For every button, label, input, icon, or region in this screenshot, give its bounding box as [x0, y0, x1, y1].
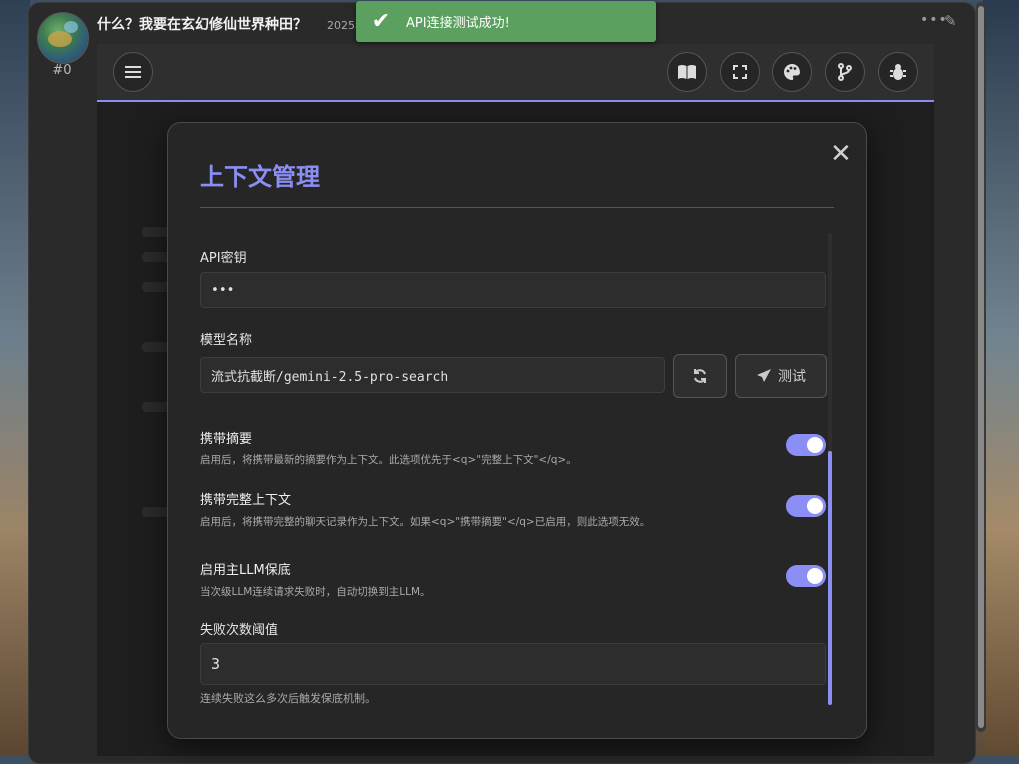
divider [200, 207, 834, 208]
bug-icon [890, 64, 906, 80]
book-button[interactable] [667, 52, 707, 92]
toggle-description: 当次级LLM连续请求失败时，自动切换到主LLM。 [200, 586, 431, 598]
toggle-description: 启用后，将携带完整的聊天记录作为上下文。如果<q>"携带摘要"</q>已启用，则… [200, 516, 651, 528]
refresh-icon [694, 369, 706, 383]
menu-icon [125, 66, 141, 78]
toast-message: API连接测试成功! [406, 16, 510, 31]
toggle-knob [807, 498, 823, 514]
refresh-models-button[interactable] [673, 354, 727, 398]
page-scrollbar-thumb[interactable] [978, 6, 984, 728]
book-icon [678, 65, 696, 79]
context-management-modal: 上下文管理 ✕ API密钥 模型名称 测试 携带摘要 启用后，将携带最新的摘要作… [167, 122, 867, 739]
menu-button[interactable] [113, 52, 153, 92]
background-left [0, 0, 30, 756]
message-index: #0 [52, 63, 72, 78]
success-toast: ✔ API连接测试成功! [356, 1, 656, 42]
main-llm-fallback-toggle[interactable] [786, 565, 826, 587]
avatar[interactable] [37, 12, 89, 64]
model-label: 模型名称 [200, 333, 253, 348]
bug-button[interactable] [878, 52, 918, 92]
fullscreen-icon [733, 65, 747, 79]
toggle-title: 携带完整上下文 [200, 493, 292, 508]
toggle-knob [807, 437, 823, 453]
toggle-title: 携带摘要 [200, 432, 253, 447]
modal-scrollbar-thumb[interactable] [828, 451, 832, 705]
palette-icon [784, 64, 800, 80]
pencil-icon[interactable]: ✎ [944, 12, 957, 30]
threshold-label: 失败次数阈值 [200, 623, 279, 638]
toggle-title: 启用主LLM保底 [200, 563, 291, 578]
close-icon[interactable]: ✕ [830, 141, 852, 167]
avatar-art [48, 31, 72, 47]
toolbar [97, 44, 934, 102]
send-icon [757, 369, 771, 382]
threshold-help: 连续失败这么多次后触发保底机制。 [200, 692, 376, 705]
background-right [983, 0, 1019, 756]
fullscreen-button[interactable] [720, 52, 760, 92]
branch-button[interactable] [825, 52, 865, 92]
avatar-art [64, 21, 78, 33]
palette-button[interactable] [772, 52, 812, 92]
api-key-label: API密钥 [200, 251, 247, 266]
test-button[interactable]: 测试 [735, 354, 827, 398]
toggle-knob [807, 568, 823, 584]
carry-full-context-toggle[interactable] [786, 495, 826, 517]
check-icon: ✔ [371, 9, 391, 34]
failure-threshold-field[interactable] [200, 643, 826, 685]
toggle-description: 启用后，将携带最新的摘要作为上下文。此选项优先于<q>"完整上下文"</q>。 [200, 454, 577, 466]
model-name-field[interactable] [200, 357, 665, 393]
modal-title: 上下文管理 [200, 163, 320, 191]
api-key-field[interactable] [200, 272, 826, 308]
carry-summary-toggle[interactable] [786, 434, 826, 456]
message-title: 什么？我要在玄幻修仙世界种田？ [97, 17, 307, 33]
test-button-label: 测试 [778, 369, 806, 385]
branch-icon [838, 63, 852, 81]
